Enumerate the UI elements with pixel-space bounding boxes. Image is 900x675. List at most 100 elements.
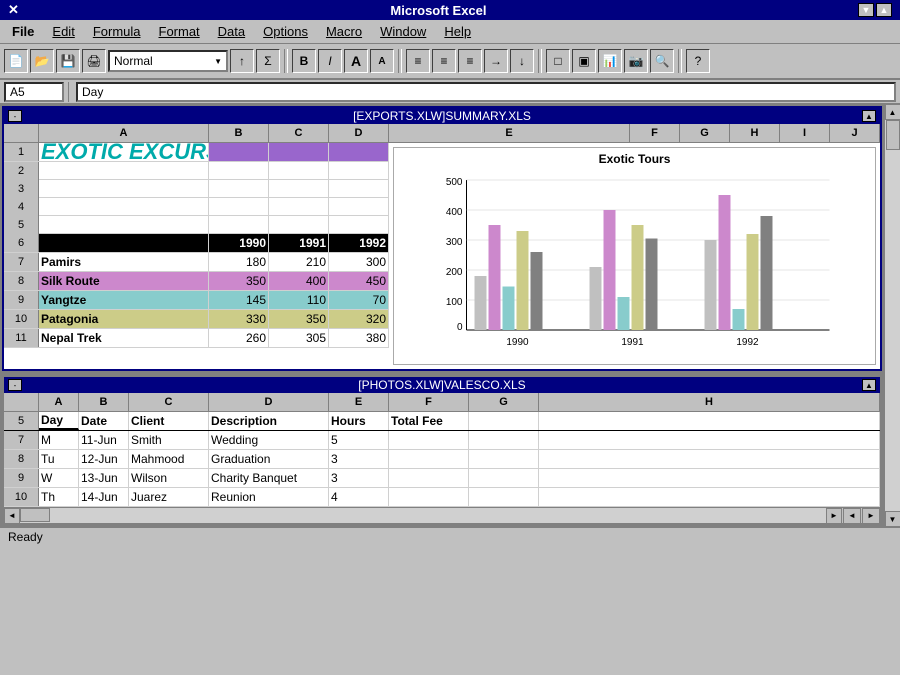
col-H-header[interactable]: H xyxy=(730,124,780,142)
bot-cell-a7[interactable]: M xyxy=(39,431,79,449)
bot-cell-c7[interactable]: Smith xyxy=(129,431,209,449)
bot-cell-g5[interactable] xyxy=(469,412,539,430)
cell-a9[interactable]: Yangtze xyxy=(39,291,209,309)
bot-cell-d10[interactable]: Reunion xyxy=(209,488,329,506)
menu-formula[interactable]: Formula xyxy=(85,22,149,41)
bot-cell-b9[interactable]: 13-Jun xyxy=(79,469,129,487)
bot-col-F[interactable]: F xyxy=(389,393,469,411)
menu-file[interactable]: File xyxy=(4,22,42,41)
scroll-v-thumb[interactable] xyxy=(886,120,900,150)
cell-c10[interactable]: 350 xyxy=(269,310,329,328)
bot-cell-b10[interactable]: 14-Jun xyxy=(79,488,129,506)
bot-cell-e9[interactable]: 3 xyxy=(329,469,389,487)
bottom-sheet-max[interactable]: ▲ xyxy=(862,379,876,391)
cell-c4[interactable] xyxy=(269,198,329,216)
open-btn[interactable]: 📂 xyxy=(30,49,54,73)
cell-b5[interactable] xyxy=(209,216,269,234)
cell-a6[interactable] xyxy=(39,234,209,252)
menu-edit[interactable]: Edit xyxy=(44,22,82,41)
menu-macro[interactable]: Macro xyxy=(318,22,370,41)
cell-c9[interactable]: 110 xyxy=(269,291,329,309)
cell-c11[interactable]: 305 xyxy=(269,329,329,347)
bot-cell-f8[interactable] xyxy=(389,450,469,468)
fill-right-btn[interactable]: → xyxy=(484,49,508,73)
sort-asc-btn[interactable]: ↑ xyxy=(230,49,254,73)
scroll-down-btn[interactable]: ▼ xyxy=(885,511,900,527)
bot-cell-h9[interactable] xyxy=(539,469,880,487)
bot-col-H[interactable]: H xyxy=(539,393,880,411)
right-align-btn[interactable]: ≡ xyxy=(458,49,482,73)
top-sheet-ctrl[interactable]: - xyxy=(8,110,22,122)
left-align-btn[interactable]: ≡ xyxy=(406,49,430,73)
bot-cell-c9[interactable]: Wilson xyxy=(129,469,209,487)
cell-b11[interactable]: 260 xyxy=(209,329,269,347)
sheet-nav-2[interactable]: ► xyxy=(862,508,880,524)
cell-b2[interactable] xyxy=(209,162,269,180)
cell-d4[interactable] xyxy=(329,198,389,216)
bot-cell-c8[interactable]: Mahmood xyxy=(129,450,209,468)
bot-cell-h8[interactable] xyxy=(539,450,880,468)
center-align-btn[interactable]: ≡ xyxy=(432,49,456,73)
bot-cell-c10[interactable]: Juarez xyxy=(129,488,209,506)
minimize-btn[interactable]: ▼ xyxy=(858,3,874,17)
cell-c1[interactable] xyxy=(269,143,329,161)
col-E-header[interactable]: E xyxy=(389,124,630,142)
vertical-scrollbar[interactable]: ▲ ▼ xyxy=(884,104,900,527)
cell-a8[interactable]: Silk Route xyxy=(39,272,209,290)
bot-cell-b5[interactable]: Date xyxy=(79,412,129,430)
bot-cell-g10[interactable] xyxy=(469,488,539,506)
cell-a1[interactable]: EXOTIC EXCURSIONS xyxy=(39,143,209,161)
scroll-right-btn[interactable]: ► xyxy=(826,508,842,524)
col-B-header[interactable]: B xyxy=(209,124,269,142)
border-btn[interactable]: □ xyxy=(546,49,570,73)
cell-b9[interactable]: 145 xyxy=(209,291,269,309)
font-inc-btn[interactable]: A xyxy=(344,49,368,73)
cell-b1[interactable] xyxy=(209,143,269,161)
cell-b6[interactable]: 1990 xyxy=(209,234,269,252)
frame-btn[interactable]: ▣ xyxy=(572,49,596,73)
bot-cell-h10[interactable] xyxy=(539,488,880,506)
cell-d3[interactable] xyxy=(329,180,389,198)
cell-a5[interactable] xyxy=(39,216,209,234)
bot-cell-d7[interactable]: Wedding xyxy=(209,431,329,449)
sum-btn[interactable]: Σ xyxy=(256,49,280,73)
cell-c2[interactable] xyxy=(269,162,329,180)
bot-cell-f5[interactable]: Total Fee xyxy=(389,412,469,430)
menu-format[interactable]: Format xyxy=(151,22,208,41)
col-F-header[interactable]: F xyxy=(630,124,680,142)
cell-a7[interactable]: Pamirs xyxy=(39,253,209,271)
cell-b4[interactable] xyxy=(209,198,269,216)
bot-cell-b8[interactable]: 12-Jun xyxy=(79,450,129,468)
cell-reference[interactable]: A5 xyxy=(4,82,64,102)
bot-cell-g7[interactable] xyxy=(469,431,539,449)
cell-d7[interactable]: 300 xyxy=(329,253,389,271)
bot-cell-c5[interactable]: Client xyxy=(129,412,209,430)
cell-c3[interactable] xyxy=(269,180,329,198)
menu-window[interactable]: Window xyxy=(372,22,434,41)
scroll-left-btn[interactable]: ◄ xyxy=(4,508,20,524)
fill-down-btn[interactable]: ↓ xyxy=(510,49,534,73)
new-btn[interactable]: 📄 xyxy=(4,49,28,73)
col-J-header[interactable]: J xyxy=(830,124,880,142)
bot-cell-e8[interactable]: 3 xyxy=(329,450,389,468)
cell-c5[interactable] xyxy=(269,216,329,234)
style-dropdown[interactable]: Normal ▼ xyxy=(108,50,228,72)
bottom-sheet-ctrl[interactable]: - xyxy=(8,379,22,391)
cell-a11[interactable]: Nepal Trek xyxy=(39,329,209,347)
bot-cell-g8[interactable] xyxy=(469,450,539,468)
bot-cell-g9[interactable] xyxy=(469,469,539,487)
cell-d2[interactable] xyxy=(329,162,389,180)
bot-cell-h5[interactable] xyxy=(539,412,880,430)
bot-cell-f7[interactable] xyxy=(389,431,469,449)
col-D-header[interactable]: D xyxy=(329,124,389,142)
col-A-header[interactable]: A xyxy=(39,124,209,142)
scroll-up-btn[interactable]: ▲ xyxy=(885,104,900,120)
bot-cell-d5[interactable]: Description xyxy=(209,412,329,430)
cell-d9[interactable]: 70 xyxy=(329,291,389,309)
cell-d6[interactable]: 1992 xyxy=(329,234,389,252)
bot-col-G[interactable]: G xyxy=(469,393,539,411)
bot-cell-d8[interactable]: Graduation xyxy=(209,450,329,468)
cell-d1[interactable] xyxy=(329,143,389,161)
cell-b10[interactable]: 330 xyxy=(209,310,269,328)
scroll-h-track[interactable] xyxy=(20,508,826,523)
